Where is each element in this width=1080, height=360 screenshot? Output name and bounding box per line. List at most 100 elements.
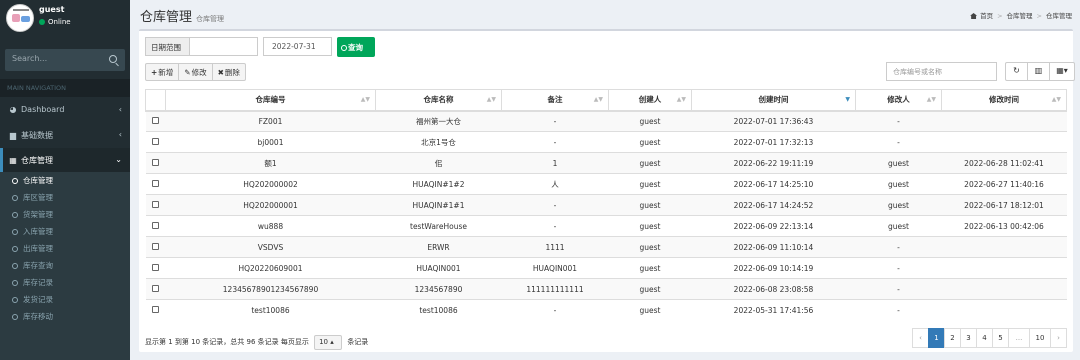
- submenu-item-inventory-query[interactable]: 库存查询: [0, 257, 130, 274]
- table-cell: guest: [608, 152, 692, 174]
- table-row[interactable]: HQ202000001 HUAQIN#1#1- guest 2022-06-17 14…: [145, 194, 1067, 216]
- page-button[interactable]: 5: [992, 328, 1009, 348]
- table-row[interactable]: VSDVS ERWR 1111 guest 2022-06-09 11:10:14-: [145, 236, 1067, 258]
- table-cell: guest: [855, 173, 942, 195]
- table-cell: HUAQIN001: [375, 257, 502, 279]
- row-checkbox-cell: [145, 194, 166, 216]
- sidebar-search-input[interactable]: Search...: [5, 49, 125, 71]
- page-ellipsis: ...: [1008, 328, 1030, 348]
- refresh-icon[interactable]: ↻: [1006, 63, 1028, 80]
- breadcrumb-home[interactable]: 首页: [980, 12, 993, 20]
- table-cell: guest: [855, 152, 942, 174]
- table-cell: 2022-05-31 17:41:56: [691, 299, 856, 321]
- circle-icon: [12, 229, 18, 235]
- submenu-item-inventory-records[interactable]: 库存记录: [0, 274, 130, 291]
- warehouse-box: 日期范围 2022-07-31 查询 +新增 ✎修改 ✖删除 仓库编号或名称 ↻…: [139, 29, 1075, 352]
- row-checkbox-cell: [145, 257, 166, 279]
- table-cell: [941, 236, 1067, 258]
- table-search-input[interactable]: 仓库编号或名称: [886, 62, 997, 81]
- submenu-item-inventory-move[interactable]: 库存移动: [0, 308, 130, 325]
- sidebar: guest Online Search... MAIN NAVIGATION ◕…: [0, 0, 130, 360]
- page-button[interactable]: 1: [928, 328, 945, 348]
- column-header[interactable]: 修改时间 ▲▼: [941, 89, 1067, 112]
- table-cell: [941, 257, 1067, 279]
- date-range-input[interactable]: [189, 37, 258, 56]
- delete-button[interactable]: ✖删除: [213, 64, 245, 80]
- table-cell: testWareHouse: [375, 215, 502, 237]
- content-area: 仓库管理 仓库管理 首页 > 仓库管理 > 仓库管理 日期范围 2022-07-31 查询…: [130, 0, 1080, 360]
- column-header[interactable]: 仓库名称 ▲▼: [375, 89, 502, 112]
- page-subtitle: 仓库管理: [196, 15, 225, 23]
- table-row[interactable]: 额1 佀 1 guest 2022-06-22 19:11:19 guest 2022-06…: [145, 152, 1067, 174]
- pagination: ‹ 1 2 3 4 5 ... 10 ›: [912, 328, 1067, 348]
- submenu-item-zone[interactable]: 库区管理: [0, 189, 130, 206]
- column-header[interactable]: 备注 ▲▼: [501, 89, 609, 112]
- table-cell: guest: [608, 131, 692, 153]
- column-header[interactable]: 修改人 ▲▼: [855, 89, 942, 112]
- table-row[interactable]: 12345678901234567890 1234567890 1111111111…: [145, 278, 1067, 300]
- submenu-item-shipping-records[interactable]: 发货记录: [0, 291, 130, 308]
- chevron-down-icon: ⌄: [115, 155, 122, 164]
- page-size-select[interactable]: 10 ▴: [314, 335, 343, 350]
- row-checkbox[interactable]: [152, 137, 159, 145]
- table-row[interactable]: wu888 testWareHouse - guest 2022-06-09 22:13…: [145, 215, 1067, 237]
- chevron-left-icon: ‹: [118, 105, 122, 114]
- table-cell: [941, 278, 1067, 300]
- list-view-icon[interactable]: ▥: [1028, 63, 1050, 80]
- sidebar-item-basic-data[interactable]: ▆ 基础数据 ‹: [0, 123, 130, 147]
- sort-icon: ▲▼: [676, 96, 686, 103]
- row-checkbox[interactable]: [152, 263, 159, 271]
- row-checkbox[interactable]: [152, 221, 159, 229]
- edit-button[interactable]: ✎修改: [179, 64, 213, 80]
- submenu-item-inbound[interactable]: 入库管理: [0, 223, 130, 240]
- table-cell: 2022-06-17 14:25:10: [691, 173, 856, 195]
- row-checkbox[interactable]: [152, 200, 159, 208]
- query-button[interactable]: 查询: [337, 37, 375, 57]
- header-checkbox-cell: [145, 89, 166, 112]
- column-header[interactable]: 创建人 ▲▼: [608, 89, 692, 112]
- row-checkbox[interactable]: [152, 284, 159, 292]
- sidebar-item-warehouse[interactable]: ▦ 仓库管理 ⌄: [0, 148, 130, 172]
- page-button[interactable]: 10: [1029, 328, 1051, 348]
- column-header[interactable]: 仓库编号 ▲▼: [165, 89, 376, 112]
- row-checkbox[interactable]: [152, 158, 159, 166]
- circle-icon: [12, 195, 18, 201]
- table-row[interactable]: FZ001 福州第一大仓 - guest 2022-07-01 17:36:43-: [145, 110, 1067, 132]
- table-row[interactable]: bj0001 北京1号仓 - guest 2022-07-01 17:32:13-: [145, 131, 1067, 153]
- submenu-item-outbound[interactable]: 出库管理: [0, 240, 130, 257]
- columns-dropdown-icon[interactable]: ▦▾: [1050, 63, 1074, 80]
- next-page-button[interactable]: ›: [1050, 328, 1067, 348]
- table-row[interactable]: HQ20220609001 HUAQIN001 HUAQIN001 guest 2022…: [145, 257, 1067, 279]
- row-checkbox[interactable]: [152, 116, 159, 124]
- row-checkbox[interactable]: [152, 305, 159, 313]
- table-icon: ▦: [9, 156, 17, 165]
- circle-icon: [12, 246, 18, 252]
- prev-page-button[interactable]: ‹: [912, 328, 929, 348]
- sidebar-item-dashboard[interactable]: ◕ Dashboard ‹: [0, 98, 130, 122]
- row-checkbox[interactable]: [152, 242, 159, 250]
- page-button[interactable]: 4: [976, 328, 993, 348]
- table-cell: wu888: [165, 215, 376, 237]
- table-cell: 2022-06-09 22:13:14: [691, 215, 856, 237]
- table-row[interactable]: HQ202000002 HUAQIN#1#2 人 guest 2022-06-17 14…: [145, 173, 1067, 195]
- table-cell: guest: [608, 278, 692, 300]
- submenu-item-warehouse[interactable]: 仓库管理: [0, 172, 130, 189]
- page-button[interactable]: 3: [960, 328, 977, 348]
- table-cell: 人: [501, 173, 609, 195]
- circle-icon: [12, 212, 18, 218]
- column-header[interactable]: 创建时间 ▼: [691, 89, 856, 112]
- user-panel: guest Online: [0, 0, 130, 40]
- search-icon[interactable]: [109, 55, 117, 63]
- page-button[interactable]: 2: [944, 328, 961, 348]
- breadcrumb-item[interactable]: 仓库管理: [1007, 12, 1033, 20]
- table-row[interactable]: test10086 test10086- guest 2022-05-31 17:41…: [145, 299, 1067, 321]
- sort-icon: ▲▼: [1051, 96, 1061, 103]
- add-button[interactable]: +新增: [146, 64, 180, 80]
- submenu-item-shelf[interactable]: 货架管理: [0, 206, 130, 223]
- date-range-label: 日期范围: [145, 37, 190, 56]
- date-input[interactable]: 2022-07-31: [263, 37, 332, 56]
- table-cell: ERWR: [375, 236, 502, 258]
- user-name: guest: [39, 5, 65, 14]
- sort-desc-icon: ▼: [845, 96, 850, 103]
- row-checkbox[interactable]: [152, 179, 159, 187]
